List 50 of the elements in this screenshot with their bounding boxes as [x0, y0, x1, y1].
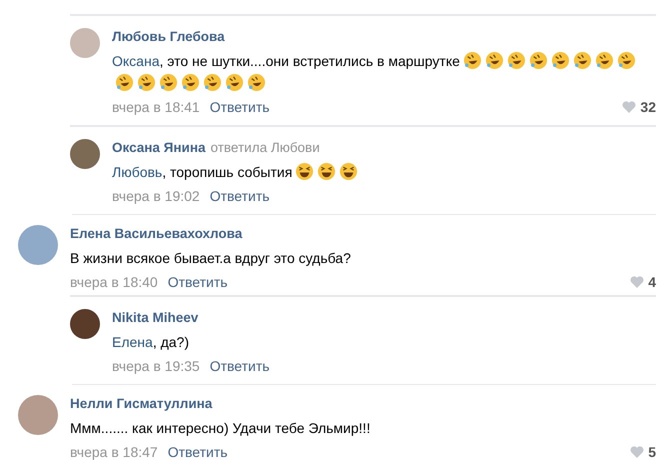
replied-to-text: ответила Любови	[210, 139, 320, 157]
rolling-laughing-emoji-icon	[181, 73, 200, 92]
rolling-laughing-emoji-icon	[462, 51, 482, 70]
rolling-laughing-emoji-icon	[159, 73, 178, 92]
mention-link[interactable]: Оксана	[112, 53, 160, 69]
comment-date: вчера в 18:40	[70, 273, 158, 291]
author-name[interactable]: Нелли Гисматуллина	[70, 395, 212, 413]
reply-link[interactable]: Ответить	[210, 187, 270, 205]
comment-text: , это не шутки....они встретились в маршрутке	[159, 53, 460, 69]
comment-date: вчера в 18:41	[112, 98, 200, 116]
author-name[interactable]: Nikita Miheev	[112, 309, 198, 327]
reply-link[interactable]: Ответить	[168, 443, 228, 460]
rolling-laughing-emoji-icon	[247, 73, 266, 92]
comment-text: В жизни всякое бывает.а вдруг это судьба?	[70, 250, 351, 266]
comment-date: вчера в 19:35	[112, 357, 200, 375]
rolling-laughing-emoji-icon	[203, 73, 222, 92]
author-name[interactable]: Оксана Янина	[112, 139, 206, 157]
rolling-laughing-emoji-icon	[506, 51, 526, 70]
rolling-laughing-emoji-icon	[115, 73, 134, 92]
author-name[interactable]: Елена Васильевахохлова	[70, 225, 242, 243]
mention-link[interactable]: Любовь	[112, 164, 162, 180]
comment-text: , да?)	[152, 334, 189, 350]
rolling-laughing-emoji-icon	[572, 51, 592, 70]
reply-link[interactable]: Ответить	[210, 357, 270, 375]
rolling-laughing-emoji-icon	[550, 51, 570, 70]
like-count: 5	[648, 443, 656, 460]
comment-text: Ммм....... как интересно) Удачи тебе Эльмир!!!	[70, 420, 370, 436]
like-count: 4	[648, 273, 656, 291]
avatar-photo[interactable]	[70, 139, 100, 169]
rolling-laughing-emoji-icon	[225, 73, 244, 92]
comment-text: , торопишь события	[162, 164, 292, 180]
rolling-laughing-emoji-icon	[484, 51, 504, 70]
avatar-photo[interactable]	[70, 309, 100, 339]
laughing-emoji-icon	[339, 162, 358, 181]
rolling-laughing-emoji-icon	[616, 51, 636, 70]
author-name[interactable]: Любовь Глебова	[112, 28, 225, 46]
rolling-laughing-emoji-icon	[594, 51, 614, 70]
comment-date: вчера в 18:47	[70, 443, 158, 460]
rolling-laughing-emoji-icon	[137, 73, 156, 92]
reply-link[interactable]: Ответить	[210, 98, 270, 116]
rolling-laughing-emoji-icon	[528, 51, 548, 70]
heart-icon[interactable]	[630, 446, 644, 458]
heart-icon[interactable]	[630, 276, 644, 288]
laughing-emoji-icon	[317, 162, 336, 181]
mention-link[interactable]: Елена	[112, 334, 153, 350]
like-count: 32	[640, 98, 656, 116]
reply-link[interactable]: Ответить	[168, 273, 228, 291]
laughing-emoji-icon	[295, 162, 314, 181]
heart-icon[interactable]	[622, 101, 636, 113]
comment-date: вчера в 19:02	[112, 187, 200, 205]
